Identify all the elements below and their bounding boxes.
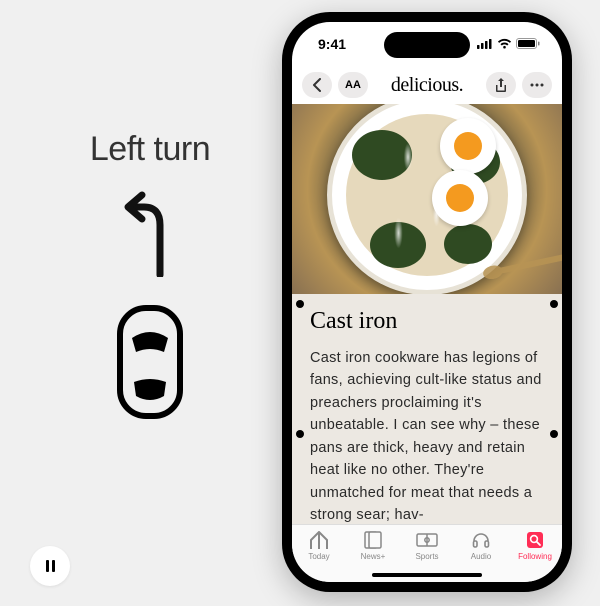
selection-handle[interactable] bbox=[296, 430, 304, 438]
article-body: Cast iron cookware has legions of fans, … bbox=[310, 347, 544, 524]
today-icon bbox=[308, 530, 330, 550]
left-turn-label: Left turn bbox=[90, 130, 210, 169]
iphone-frame: 9:41 AA delicious. bbox=[282, 12, 572, 592]
cellular-icon bbox=[477, 36, 493, 52]
tab-label: Audio bbox=[471, 552, 491, 561]
tab-following[interactable]: Following bbox=[508, 530, 562, 561]
selection-handle[interactable] bbox=[296, 300, 304, 308]
pause-button[interactable] bbox=[30, 546, 70, 586]
more-button[interactable] bbox=[522, 72, 552, 98]
status-time: 9:41 bbox=[318, 36, 346, 52]
tab-news-plus[interactable]: News+ bbox=[346, 530, 400, 561]
selection-handle[interactable] bbox=[550, 300, 558, 308]
dynamic-island bbox=[384, 32, 470, 58]
left-turn-arrow-icon bbox=[120, 189, 180, 282]
tab-sports[interactable]: Sports bbox=[400, 530, 454, 561]
publication-title: delicious. bbox=[374, 74, 480, 97]
tab-label: News+ bbox=[361, 552, 386, 561]
share-icon bbox=[495, 78, 507, 93]
tab-label: Following bbox=[518, 552, 552, 561]
text-size-button[interactable]: AA bbox=[338, 72, 368, 98]
phone-screen: 9:41 AA delicious. bbox=[292, 22, 562, 582]
wifi-icon bbox=[497, 36, 512, 52]
tab-audio[interactable]: Audio bbox=[454, 530, 508, 561]
audio-icon bbox=[470, 530, 492, 550]
article-title: Cast iron bbox=[310, 308, 544, 335]
sports-icon bbox=[416, 530, 438, 550]
selection-handle[interactable] bbox=[550, 430, 558, 438]
back-button[interactable] bbox=[302, 72, 332, 98]
ellipsis-icon bbox=[530, 83, 544, 87]
left-turn-illustration: Left turn bbox=[40, 130, 260, 427]
following-icon bbox=[524, 530, 546, 550]
article-nav-bar: AA delicious. bbox=[292, 66, 562, 104]
home-indicator[interactable] bbox=[372, 573, 482, 577]
battery-icon bbox=[516, 36, 540, 52]
news-plus-icon bbox=[362, 530, 384, 550]
chevron-left-icon bbox=[312, 78, 322, 92]
pause-icon bbox=[46, 560, 49, 572]
article-hero-image bbox=[292, 104, 562, 294]
share-button[interactable] bbox=[486, 72, 516, 98]
tab-label: Today bbox=[308, 552, 329, 561]
tab-label: Sports bbox=[415, 552, 438, 561]
article-content[interactable]: Cast iron Cast iron cookware has legions… bbox=[292, 294, 562, 524]
tab-today[interactable]: Today bbox=[292, 530, 346, 561]
car-top-icon bbox=[112, 302, 188, 427]
